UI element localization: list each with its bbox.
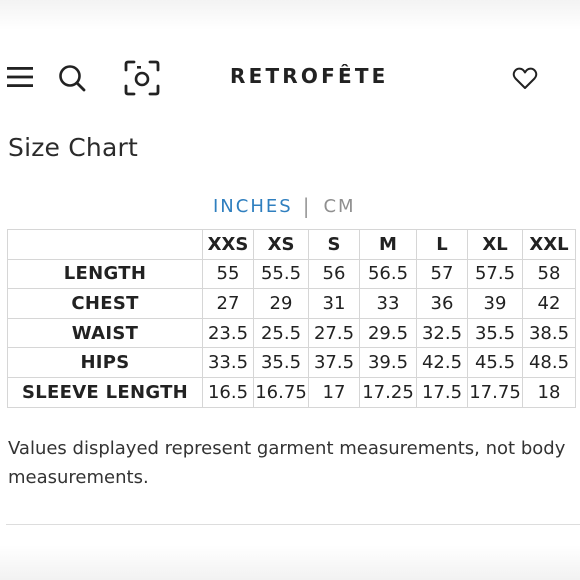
table-cell: 38.5 xyxy=(522,317,576,349)
table-cell: 57 xyxy=(416,258,468,290)
table-row: WAIST 23.5 25.5 27.5 29.5 32.5 35.5 38.5 xyxy=(7,317,576,349)
table-cell: 55 xyxy=(202,258,254,290)
measurement-note: Values displayed represent garment measu… xyxy=(8,438,566,488)
table-cell: 56 xyxy=(308,258,360,290)
table-cell: 29 xyxy=(253,288,309,319)
table-cell: 32.5 xyxy=(416,317,468,349)
table-cell: 35.5 xyxy=(253,347,309,378)
heart-icon[interactable] xyxy=(511,64,539,92)
unit-toggle: INCHES | CM xyxy=(213,194,356,218)
table-cell: 23.5 xyxy=(202,317,254,349)
table-cell: 42 xyxy=(522,288,576,319)
size-header: XL xyxy=(467,229,523,260)
table-cell: 39 xyxy=(467,288,523,319)
table-cell: 17.5 xyxy=(416,376,468,408)
size-header: XXS xyxy=(202,229,254,260)
table-cell: 16.5 xyxy=(202,376,254,408)
table-cell: 57.5 xyxy=(467,258,523,290)
menu-icon[interactable] xyxy=(5,62,35,92)
table-cell: 39.5 xyxy=(359,347,417,378)
table-cell: 18 xyxy=(522,376,576,408)
table-cell: 17.75 xyxy=(467,376,523,408)
size-header: M xyxy=(359,229,417,260)
table-cell: 16.75 xyxy=(253,376,309,408)
row-label: CHEST xyxy=(7,288,203,319)
table-cell: 33.5 xyxy=(202,347,254,378)
table-cell: 37.5 xyxy=(308,347,360,378)
table-cell: 55.5 xyxy=(253,258,309,290)
size-header: XS xyxy=(253,229,309,260)
row-label: HIPS xyxy=(7,347,203,378)
table-cell: 27 xyxy=(202,288,254,319)
table-cell: 31 xyxy=(308,288,360,319)
size-header: L xyxy=(416,229,468,260)
row-label: LENGTH xyxy=(7,258,203,290)
header-bar: RETROFÊTE xyxy=(0,52,580,102)
size-header: S xyxy=(308,229,360,260)
corner-cell xyxy=(7,229,203,260)
row-label: SLEEVE LENGTH xyxy=(7,376,203,408)
brand-logo[interactable]: RETROFÊTE xyxy=(230,64,430,88)
table-cell: 48.5 xyxy=(522,347,576,378)
table-cell: 36 xyxy=(416,288,468,319)
table-cell: 45.5 xyxy=(467,347,523,378)
size-table: XXS XS S M L XL XXL LENGTH 55 55.5 56 56… xyxy=(7,229,576,408)
table-row: CHEST 27 29 31 33 36 39 42 xyxy=(7,288,576,319)
table-cell: 56.5 xyxy=(359,258,417,290)
table-row: LENGTH 55 55.5 56 56.5 57 57.5 58 xyxy=(7,258,576,290)
size-header: XXL xyxy=(522,229,576,260)
table-cell: 17.25 xyxy=(359,376,417,408)
table-row: HIPS 33.5 35.5 37.5 39.5 42.5 45.5 48.5 xyxy=(7,347,576,378)
page-title: Size Chart xyxy=(8,133,138,162)
row-label: WAIST xyxy=(7,317,203,349)
table-cell: 29.5 xyxy=(359,317,417,349)
size-chart-page: RETROFÊTE Size Chart INCHES | CM XXS XS … xyxy=(0,0,580,580)
unit-inches-tab[interactable]: INCHES xyxy=(213,196,293,217)
unit-separator: | xyxy=(302,194,312,218)
unit-cm-tab[interactable]: CM xyxy=(323,196,355,217)
table-cell: 33 xyxy=(359,288,417,319)
camera-icon[interactable] xyxy=(122,58,162,98)
table-cell: 35.5 xyxy=(467,317,523,349)
table-row: SLEEVE LENGTH 16.5 16.75 17 17.25 17.5 1… xyxy=(7,376,576,408)
search-icon[interactable] xyxy=(56,62,88,94)
table-cell: 42.5 xyxy=(416,347,468,378)
table-cell: 25.5 xyxy=(253,317,309,349)
table-cell: 58 xyxy=(522,258,576,290)
table-cell: 17 xyxy=(308,376,360,408)
divider xyxy=(6,524,580,525)
table-header-row: XXS XS S M L XL XXL xyxy=(7,229,576,260)
table-cell: 27.5 xyxy=(308,317,360,349)
